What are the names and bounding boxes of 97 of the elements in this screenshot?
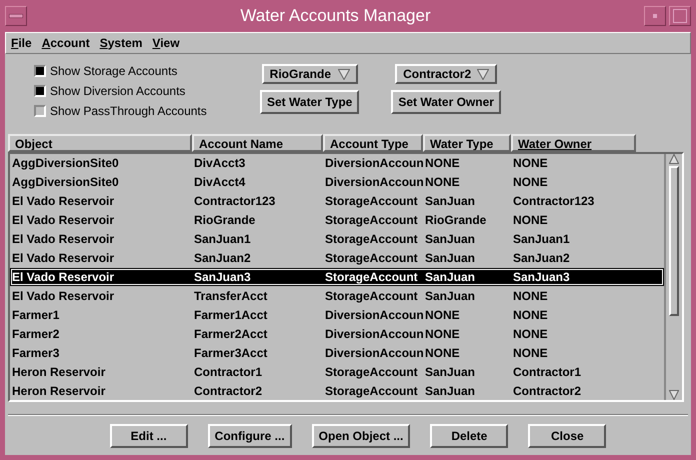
table-cell-text: SanJuan <box>424 364 476 379</box>
column-header[interactable]: Water Owner <box>511 134 636 152</box>
table-cell-text: El Vado Reservoir <box>11 288 116 303</box>
table-cell-text: NONE <box>512 288 549 303</box>
checkbox-label: Show Diversion Accounts <box>50 84 186 98</box>
action-button[interactable]: Delete <box>430 424 508 448</box>
table-cell-text: DiversionAccoun <box>324 156 423 170</box>
table-row[interactable]: El Vado Reservoir SanJuan2 StorageAccount SanJuan SanJuan2 <box>10 248 664 268</box>
menu-item[interactable]: Account <box>42 35 90 51</box>
dropdown[interactable]: Contractor2 <box>395 64 498 84</box>
table-cell-text: SanJuan1 <box>512 232 571 246</box>
table-row[interactable]: AggDiversionSite0 DivAcct4 DiversionAccoun NONE NONE <box>10 172 664 192</box>
table-cell-text: StorageAccount <box>324 270 419 284</box>
table-cell-text: Farmer2Acct <box>193 326 268 341</box>
action-button[interactable]: Close <box>528 424 606 448</box>
table-cell-text: Contractor123 <box>193 194 276 208</box>
table-row[interactable]: El Vado Reservoir RioGrande StorageAccount RioGrande NONE <box>10 210 664 230</box>
table-cell-text: SanJuan <box>424 251 476 266</box>
set-button[interactable]: Set Water Owner <box>391 90 501 114</box>
table-row[interactable]: Heron Reservoir Contractor1 StorageAccount SanJuan Contractor1 <box>10 362 664 382</box>
menu-item[interactable]: File <box>11 35 32 51</box>
table-cell-text: StorageAccount <box>324 384 419 398</box>
table-cell-text: SanJuan <box>424 270 476 284</box>
table-cell-text: DiversionAccoun <box>324 175 423 190</box>
table-cell-text: SanJuan <box>424 384 476 398</box>
table-cell-text: NONE <box>512 175 549 190</box>
table-cell-text: Contractor2 <box>193 384 264 398</box>
table-cell-text: AggDiversionSite0 <box>11 156 120 170</box>
table-cell-text: SanJuan2 <box>193 251 252 266</box>
table-cell-text: StorageAccount <box>324 251 419 266</box>
checkbox-label: Show PassThrough Accounts <box>50 104 207 118</box>
table-cell-text: Farmer1Acct <box>193 308 268 322</box>
menu-item[interactable]: System <box>100 35 142 51</box>
table-cell-text: DivAcct3 <box>193 156 246 170</box>
table-cell-text: DivAcct4 <box>193 175 246 190</box>
dropdown[interactable]: RioGrande <box>262 64 358 84</box>
table-cell-text: DiversionAccoun <box>324 326 423 341</box>
table-cell-text: StorageAccount <box>324 194 419 208</box>
table-cell-text: Contractor2 <box>512 384 582 398</box>
table-row[interactable]: El Vado Reservoir SanJuan1 StorageAccount SanJuan SanJuan1 <box>10 230 664 249</box>
window-title: Water Accounts Manager <box>239 6 432 26</box>
table-cell-text: NONE <box>424 308 461 322</box>
table-cell-text: Farmer3 <box>11 346 60 360</box>
table-cell-text: SanJuan3 <box>193 270 252 284</box>
table-cell-text: Contractor1 <box>193 364 264 379</box>
table-cell-text: DiversionAccoun <box>324 308 423 322</box>
table-cell-text: Contractor1 <box>512 364 582 379</box>
table-cell-text: NONE <box>512 156 549 170</box>
table-cell-text: NONE <box>512 346 549 360</box>
table-cell-text: Farmer2 <box>11 326 60 341</box>
table-cell-text: NONE <box>512 326 549 341</box>
table-cell-text: El Vado Reservoir <box>11 251 116 266</box>
table-cell-text: Contractor123 <box>512 194 596 208</box>
table-row[interactable]: El Vado Reservoir SanJuan3 StorageAccount SanJuan SanJuan3 <box>10 268 664 286</box>
action-button[interactable]: Open Object ... <box>312 424 410 448</box>
table-row[interactable]: Farmer1 Farmer1Acct DiversionAccoun NONE NONE <box>10 305 664 324</box>
table-cell-text: SanJuan <box>424 194 476 208</box>
table-cell-text: NONE <box>424 346 461 360</box>
table-cell-text: Heron Reservoir <box>11 364 106 379</box>
table-cell-text: NONE <box>424 175 461 190</box>
table-cell-text: RioGrande <box>193 213 256 228</box>
table-cell-text: Farmer3Acct <box>193 346 268 360</box>
column-header[interactable]: Account Name <box>192 134 323 152</box>
table-row[interactable]: Farmer2 Farmer2Acct DiversionAccoun NONE NONE <box>10 324 664 344</box>
table-row[interactable]: Farmer3 Farmer3Acct DiversionAccoun NONE NONE <box>10 343 664 362</box>
table-cell-text: DiversionAccoun <box>324 346 423 360</box>
table-cell-text: NONE <box>424 326 461 341</box>
table-row[interactable]: AggDiversionSite0 DivAcct3 DiversionAccoun NONE NONE <box>10 154 664 173</box>
table-cell-text: NONE <box>512 308 549 322</box>
checkbox-label: Show Storage Accounts <box>50 64 178 78</box>
table-cell-text: El Vado Reservoir <box>11 270 116 284</box>
menu-item[interactable]: View <box>152 35 180 51</box>
table-cell-text: El Vado Reservoir <box>11 213 116 228</box>
table-cell-text: StorageAccount <box>324 232 419 246</box>
table-row[interactable]: El Vado Reservoir TransferAcct StorageAccount SanJuan NONE <box>10 286 664 306</box>
table-cell-text: StorageAccount <box>324 288 419 303</box>
set-button[interactable]: Set Water Type <box>260 90 360 114</box>
table-cell-text: SanJuan <box>424 288 476 303</box>
table-cell-text: StorageAccount <box>324 364 419 379</box>
action-button[interactable]: Configure ... <box>208 424 292 448</box>
table-cell-text: AggDiversionSite0 <box>11 175 120 190</box>
table-cell-text: NONE <box>512 213 549 228</box>
table-cell-text: El Vado Reservoir <box>11 194 116 208</box>
table-cell-text: TransferAcct <box>193 288 268 303</box>
table-cell-text: Farmer1 <box>11 308 60 322</box>
table-cell-text: RioGrande <box>424 213 488 228</box>
table-row[interactable]: El Vado Reservoir Contractor123 StorageAccount SanJuan Contractor123 <box>10 192 664 211</box>
table-cell-text: NONE <box>424 156 461 170</box>
table-cell-text: SanJuan3 <box>512 270 571 284</box>
action-button[interactable]: Edit ... <box>110 424 188 448</box>
table-cell-text: StorageAccount <box>324 213 419 228</box>
table-cell-text: SanJuan2 <box>512 251 571 266</box>
table-cell-text: Heron Reservoir <box>11 384 106 398</box>
table-cell-text: El Vado Reservoir <box>11 232 116 246</box>
table-cell-text: SanJuan <box>424 232 476 246</box>
table-row[interactable]: Heron Reservoir Contractor2 StorageAccount SanJuan Contractor2 <box>10 381 664 400</box>
table-cell-text: SanJuan1 <box>193 232 252 246</box>
